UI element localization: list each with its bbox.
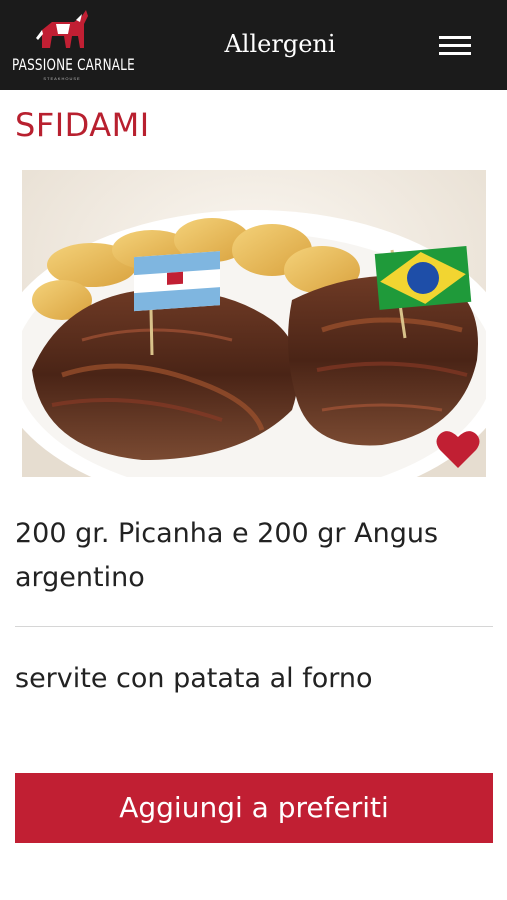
logo-text: PASSIONE CARNALE <box>12 55 135 74</box>
app-header: PASSIONE CARNALE STEAKHOUSE Allergeni <box>0 0 507 90</box>
passione-carnale-logo[interactable]: PASSIONE CARNALE STEAKHOUSE <box>12 8 135 82</box>
divider <box>15 626 493 627</box>
product-note: servite con patata al forno <box>15 663 373 694</box>
product-image <box>22 170 486 477</box>
product-description: 200 gr. Picanha e 200 gr Angus argentino <box>15 518 439 593</box>
logo-subtext: STEAKHOUSE <box>43 76 81 81</box>
add-to-favorites-button[interactable]: Aggiungi a preferiti <box>15 773 493 843</box>
hamburger-menu-icon[interactable] <box>430 30 478 62</box>
bull-logo-icon <box>36 10 88 48</box>
product-title: SFIDAMI <box>15 106 150 144</box>
heart-icon[interactable] <box>436 428 480 470</box>
page-title: Allergeni <box>224 30 336 58</box>
